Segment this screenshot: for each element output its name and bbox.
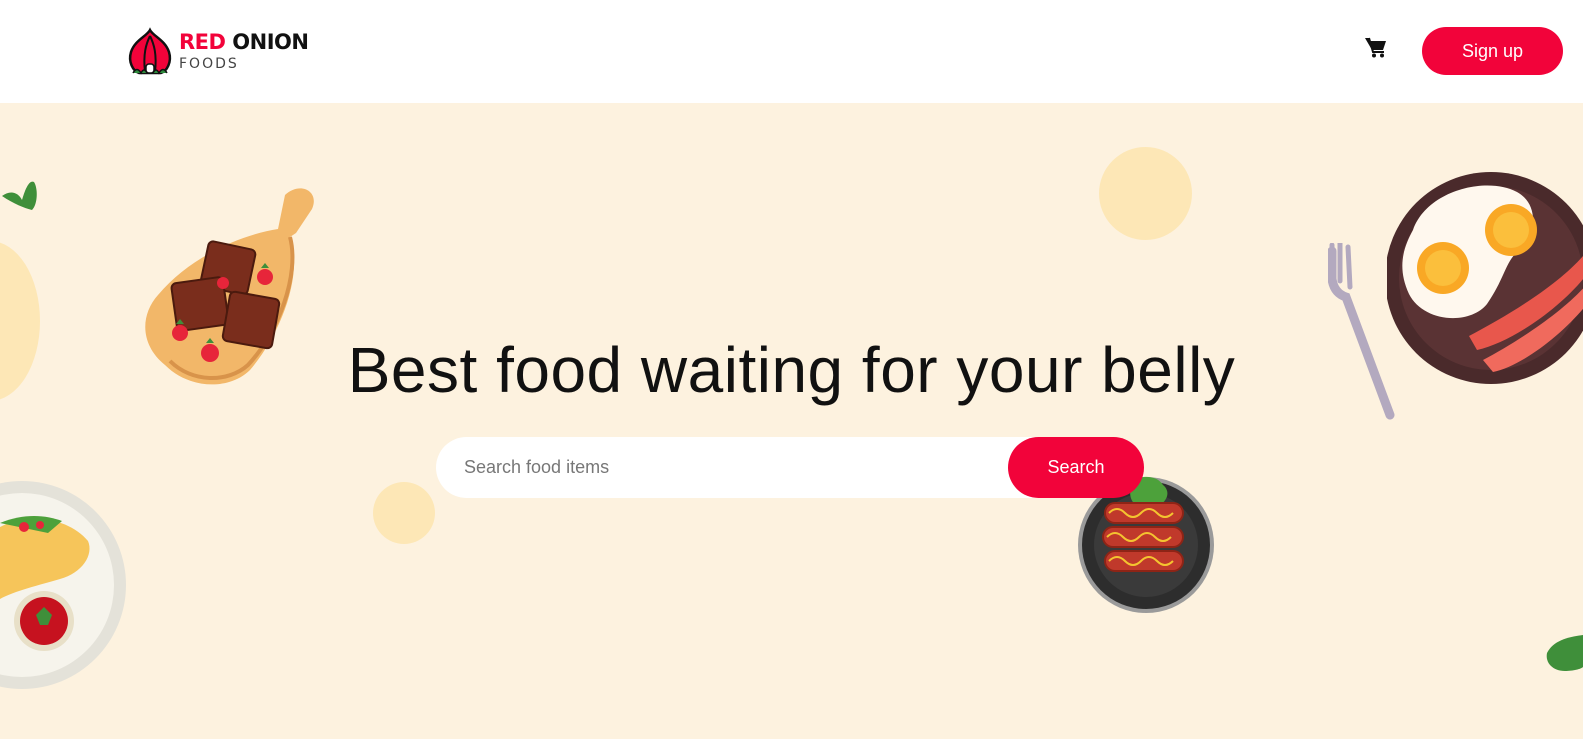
leaf-illustration xyxy=(1546,635,1583,671)
search-input[interactable] xyxy=(436,437,1076,498)
signup-button[interactable]: Sign up xyxy=(1422,27,1563,75)
shopping-cart-icon xyxy=(1365,37,1386,58)
leaf-illustration xyxy=(2,181,37,210)
top-navbar: RED ONION FOODS Sign up xyxy=(0,0,1583,103)
brand-subtitle: FOODS xyxy=(179,56,239,72)
search-button[interactable]: Search xyxy=(1008,437,1144,498)
decor-circle xyxy=(373,482,435,544)
cart-button[interactable] xyxy=(1364,35,1394,63)
hero-title: Best food waiting for your belly xyxy=(347,334,1236,406)
brand-name: RED ONION xyxy=(179,30,309,54)
brand-text: RED ONION FOODS xyxy=(179,30,309,73)
decor-circle xyxy=(1099,147,1192,240)
brand-logo[interactable]: RED ONION FOODS xyxy=(125,26,309,78)
taco-plate-illustration xyxy=(0,481,126,689)
hero-banner: Best food waiting for your belly Search xyxy=(0,103,1583,739)
onion-logo-icon xyxy=(128,27,172,75)
search-bar: Search xyxy=(436,437,1144,498)
